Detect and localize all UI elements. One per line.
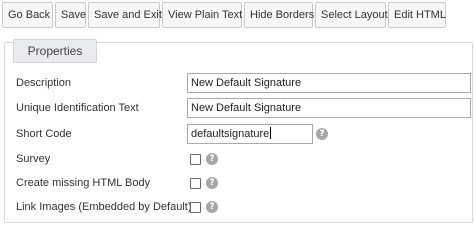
unique-identification-text-label: Unique Identification Text bbox=[16, 102, 139, 114]
edit-html-button[interactable]: Edit HTML bbox=[388, 2, 446, 28]
survey-checkbox[interactable] bbox=[190, 154, 201, 165]
short-code-label: Short Code bbox=[16, 128, 72, 140]
toolbar: Go Back Save Save and Exit View Plain Te… bbox=[0, 2, 448, 28]
description-input[interactable]: New Default Signature bbox=[187, 73, 471, 93]
properties-legend: Properties bbox=[13, 39, 97, 63]
properties-panel: Properties Description New Default Signa… bbox=[4, 39, 473, 223]
create-missing-html-body-label: Create missing HTML Body bbox=[16, 177, 151, 189]
hide-borders-button[interactable]: Hide Borders bbox=[244, 2, 314, 28]
question-circle-icon[interactable]: ? bbox=[206, 153, 218, 165]
question-circle-icon[interactable]: ? bbox=[206, 201, 218, 213]
save-button[interactable]: Save bbox=[55, 2, 86, 28]
text-caret bbox=[270, 127, 272, 139]
link-images-checkbox[interactable] bbox=[190, 202, 201, 213]
save-and-exit-button[interactable]: Save and Exit bbox=[88, 2, 162, 28]
short-code-input[interactable]: defaultsignature bbox=[187, 124, 313, 144]
select-layout-button[interactable]: Select Layout bbox=[315, 2, 388, 28]
short-code-value: defaultsignature bbox=[191, 128, 270, 140]
view-plain-text-button[interactable]: View Plain Text bbox=[162, 2, 242, 28]
create-missing-html-body-checkbox[interactable] bbox=[190, 178, 201, 189]
question-circle-icon[interactable]: ? bbox=[316, 128, 328, 140]
question-circle-icon[interactable]: ? bbox=[206, 177, 218, 189]
unique-identification-text-input[interactable]: New Default Signature bbox=[187, 98, 471, 118]
description-label: Description bbox=[16, 77, 72, 89]
go-back-button[interactable]: Go Back bbox=[2, 2, 53, 28]
survey-label: Survey bbox=[16, 153, 51, 165]
link-images-label: Link Images (Embedded by Default) bbox=[16, 201, 192, 213]
